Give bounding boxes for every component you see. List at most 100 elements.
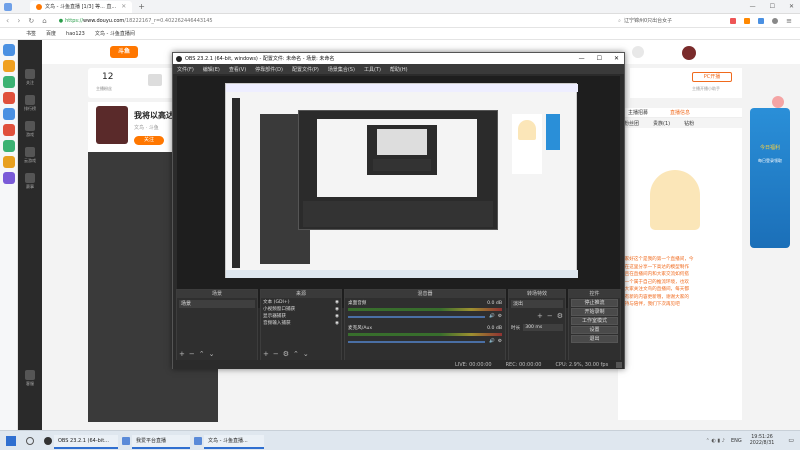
app-taskbar-icon[interactable]	[122, 436, 130, 445]
game-icon[interactable]	[25, 121, 35, 131]
start-icon[interactable]	[6, 435, 16, 446]
tab-live-info[interactable]: 直播信息	[670, 109, 690, 116]
menu-tools[interactable]: 工具(T)	[364, 66, 381, 73]
menu-help[interactable]: 帮助(H)	[390, 66, 408, 73]
new-tab-button[interactable]: +	[138, 2, 145, 11]
exit-button[interactable]: 退出	[571, 335, 618, 343]
browser-menu-icon[interactable]	[4, 2, 12, 11]
gear-icon[interactable]: ⚙	[498, 339, 502, 344]
volume-slider[interactable]	[348, 315, 486, 318]
settings-button[interactable]: 设置	[571, 326, 618, 334]
speaker-icon[interactable]: 🔊	[489, 339, 495, 344]
forward-icon[interactable]: ›	[17, 16, 20, 25]
source-item[interactable]: 显示器捕获 ◉	[263, 313, 339, 320]
tray-icons[interactable]: ⌃ ◐ ▮ ♪	[706, 438, 725, 444]
menu-profile[interactable]: 配置文件(P)	[292, 66, 319, 73]
tab-nobles[interactable]: 贵族(1)	[653, 120, 670, 127]
close-button[interactable]: ✕	[789, 3, 794, 10]
tab-recruit[interactable]: 主播招募	[628, 109, 648, 116]
bookmark-item[interactable]: 书签	[26, 30, 36, 37]
address-bar[interactable]: ● https:// www.douyu.com /18222167_r=0.4…	[55, 16, 475, 26]
extension-icon[interactable]	[758, 17, 765, 24]
profile-icon[interactable]	[772, 17, 779, 24]
bookmark-item[interactable]: 百度	[46, 30, 56, 37]
sidebar-app-icon[interactable]	[2, 140, 15, 152]
menu-edit[interactable]: 编辑(E)	[203, 66, 220, 73]
language-indicator[interactable]: ENG	[731, 438, 742, 444]
obs-taskbar-icon[interactable]	[44, 436, 52, 445]
sidebar-app-icon[interactable]	[2, 92, 15, 104]
sidebar-app-icon[interactable]	[2, 44, 15, 56]
maximize-button[interactable]: ☐	[770, 3, 775, 10]
add-icon[interactable]: +	[537, 312, 543, 320]
bookmark-item[interactable]: hao123	[66, 31, 85, 37]
menu-docks[interactable]: 停靠部件(D)	[255, 66, 283, 73]
bookmark-item[interactable]: 文鸟 - 斗鱼直播间	[95, 30, 135, 37]
volume-slider[interactable]	[348, 340, 486, 343]
source-item[interactable]: 文本 (GDI+) ◉	[263, 299, 339, 306]
up-icon[interactable]: ⌃	[293, 350, 299, 358]
menu-scene-collection[interactable]: 场景集合(S)	[328, 66, 355, 73]
sidebar-app-icon[interactable]	[2, 76, 15, 88]
eye-icon[interactable]: ◉	[335, 313, 339, 320]
fans-icon[interactable]	[148, 74, 162, 86]
up-icon[interactable]: ⌃	[199, 350, 205, 358]
stop-streaming-button[interactable]: 停止推流	[571, 299, 618, 307]
sidebar-app-icon[interactable]	[2, 156, 15, 168]
add-icon[interactable]: +	[263, 350, 269, 358]
tab-diamond[interactable]: 钻粉	[684, 120, 694, 127]
gear-icon[interactable]: ⚙	[498, 314, 502, 319]
home-icon[interactable]: ⌂	[42, 17, 46, 25]
source-item[interactable]: 音频输入捕获 ◉	[263, 320, 339, 327]
avatar[interactable]	[682, 46, 696, 60]
taskbar-app[interactable]: OBS 23.2.1 (64-bit...	[54, 435, 118, 449]
tab-active[interactable]: 文鸟 - 斗鱼直播 [1/3] 等... 直... ✕	[30, 0, 133, 13]
sidebar-app-icon[interactable]	[2, 124, 15, 136]
down-icon[interactable]: ⌄	[303, 350, 309, 358]
down-icon[interactable]: ⌄	[209, 350, 215, 358]
eye-icon[interactable]: ◉	[335, 299, 339, 306]
menu-icon[interactable]: ≡	[786, 17, 792, 25]
refresh-icon[interactable]: ↻	[28, 17, 34, 25]
speaker-icon[interactable]: 🔊	[489, 314, 495, 319]
minimize-button[interactable]: —	[750, 3, 756, 10]
rank-icon[interactable]	[25, 95, 35, 105]
menu-view[interactable]: 查看(V)	[229, 66, 246, 73]
cloud-game-icon[interactable]	[25, 147, 35, 157]
service-icon[interactable]	[25, 370, 35, 380]
search-icon[interactable]	[26, 436, 34, 445]
scene-item[interactable]: 场景	[179, 300, 255, 308]
obs-close-button[interactable]: ✕	[614, 55, 619, 62]
tab-fan-club[interactable]: 粉丝团	[624, 120, 639, 127]
extension-icon[interactable]	[730, 17, 737, 24]
tab-close-icon[interactable]: ✕	[121, 3, 126, 10]
pc-broadcast-button[interactable]: PC开播	[692, 72, 732, 82]
transition-select[interactable]: 淡出	[511, 300, 563, 308]
studio-mode-button[interactable]: 工作室模式	[571, 317, 618, 325]
extension-icon[interactable]	[744, 17, 751, 24]
search-icon[interactable]	[632, 46, 644, 58]
taskbar-app[interactable]: 我爱平台直播	[132, 435, 190, 449]
event-icon[interactable]	[25, 173, 35, 183]
taskbar-app[interactable]: 文鸟 - 斗鱼直播...	[204, 435, 264, 449]
follow-icon[interactable]	[25, 69, 35, 79]
sidebar-app-icon[interactable]	[2, 172, 15, 184]
back-icon[interactable]: ‹	[6, 16, 9, 25]
eye-icon[interactable]: ◉	[335, 306, 339, 313]
notification-icon[interactable]: ▭	[788, 437, 794, 444]
add-icon[interactable]: +	[179, 350, 185, 358]
settings-icon[interactable]: ⚙	[557, 312, 563, 320]
start-recording-button[interactable]: 开始录制	[571, 308, 618, 316]
obs-preview[interactable]	[177, 76, 620, 308]
search-box[interactable]: ⌕ 辽宁锦州0只出台女子	[618, 16, 718, 26]
remove-icon[interactable]: −	[273, 350, 279, 358]
obs-minimize-button[interactable]: —	[579, 55, 585, 62]
eye-icon[interactable]: ◉	[335, 320, 339, 327]
source-item[interactable]: 小视频窗口捕获 ◉	[263, 306, 339, 313]
float-button[interactable]	[772, 96, 784, 108]
sidebar-app-icon[interactable]	[2, 108, 15, 120]
menu-file[interactable]: 文件(F)	[177, 66, 194, 73]
streamer-avatar[interactable]	[96, 106, 128, 144]
obs-maximize-button[interactable]: ☐	[597, 55, 602, 62]
remove-icon[interactable]: −	[189, 350, 195, 358]
